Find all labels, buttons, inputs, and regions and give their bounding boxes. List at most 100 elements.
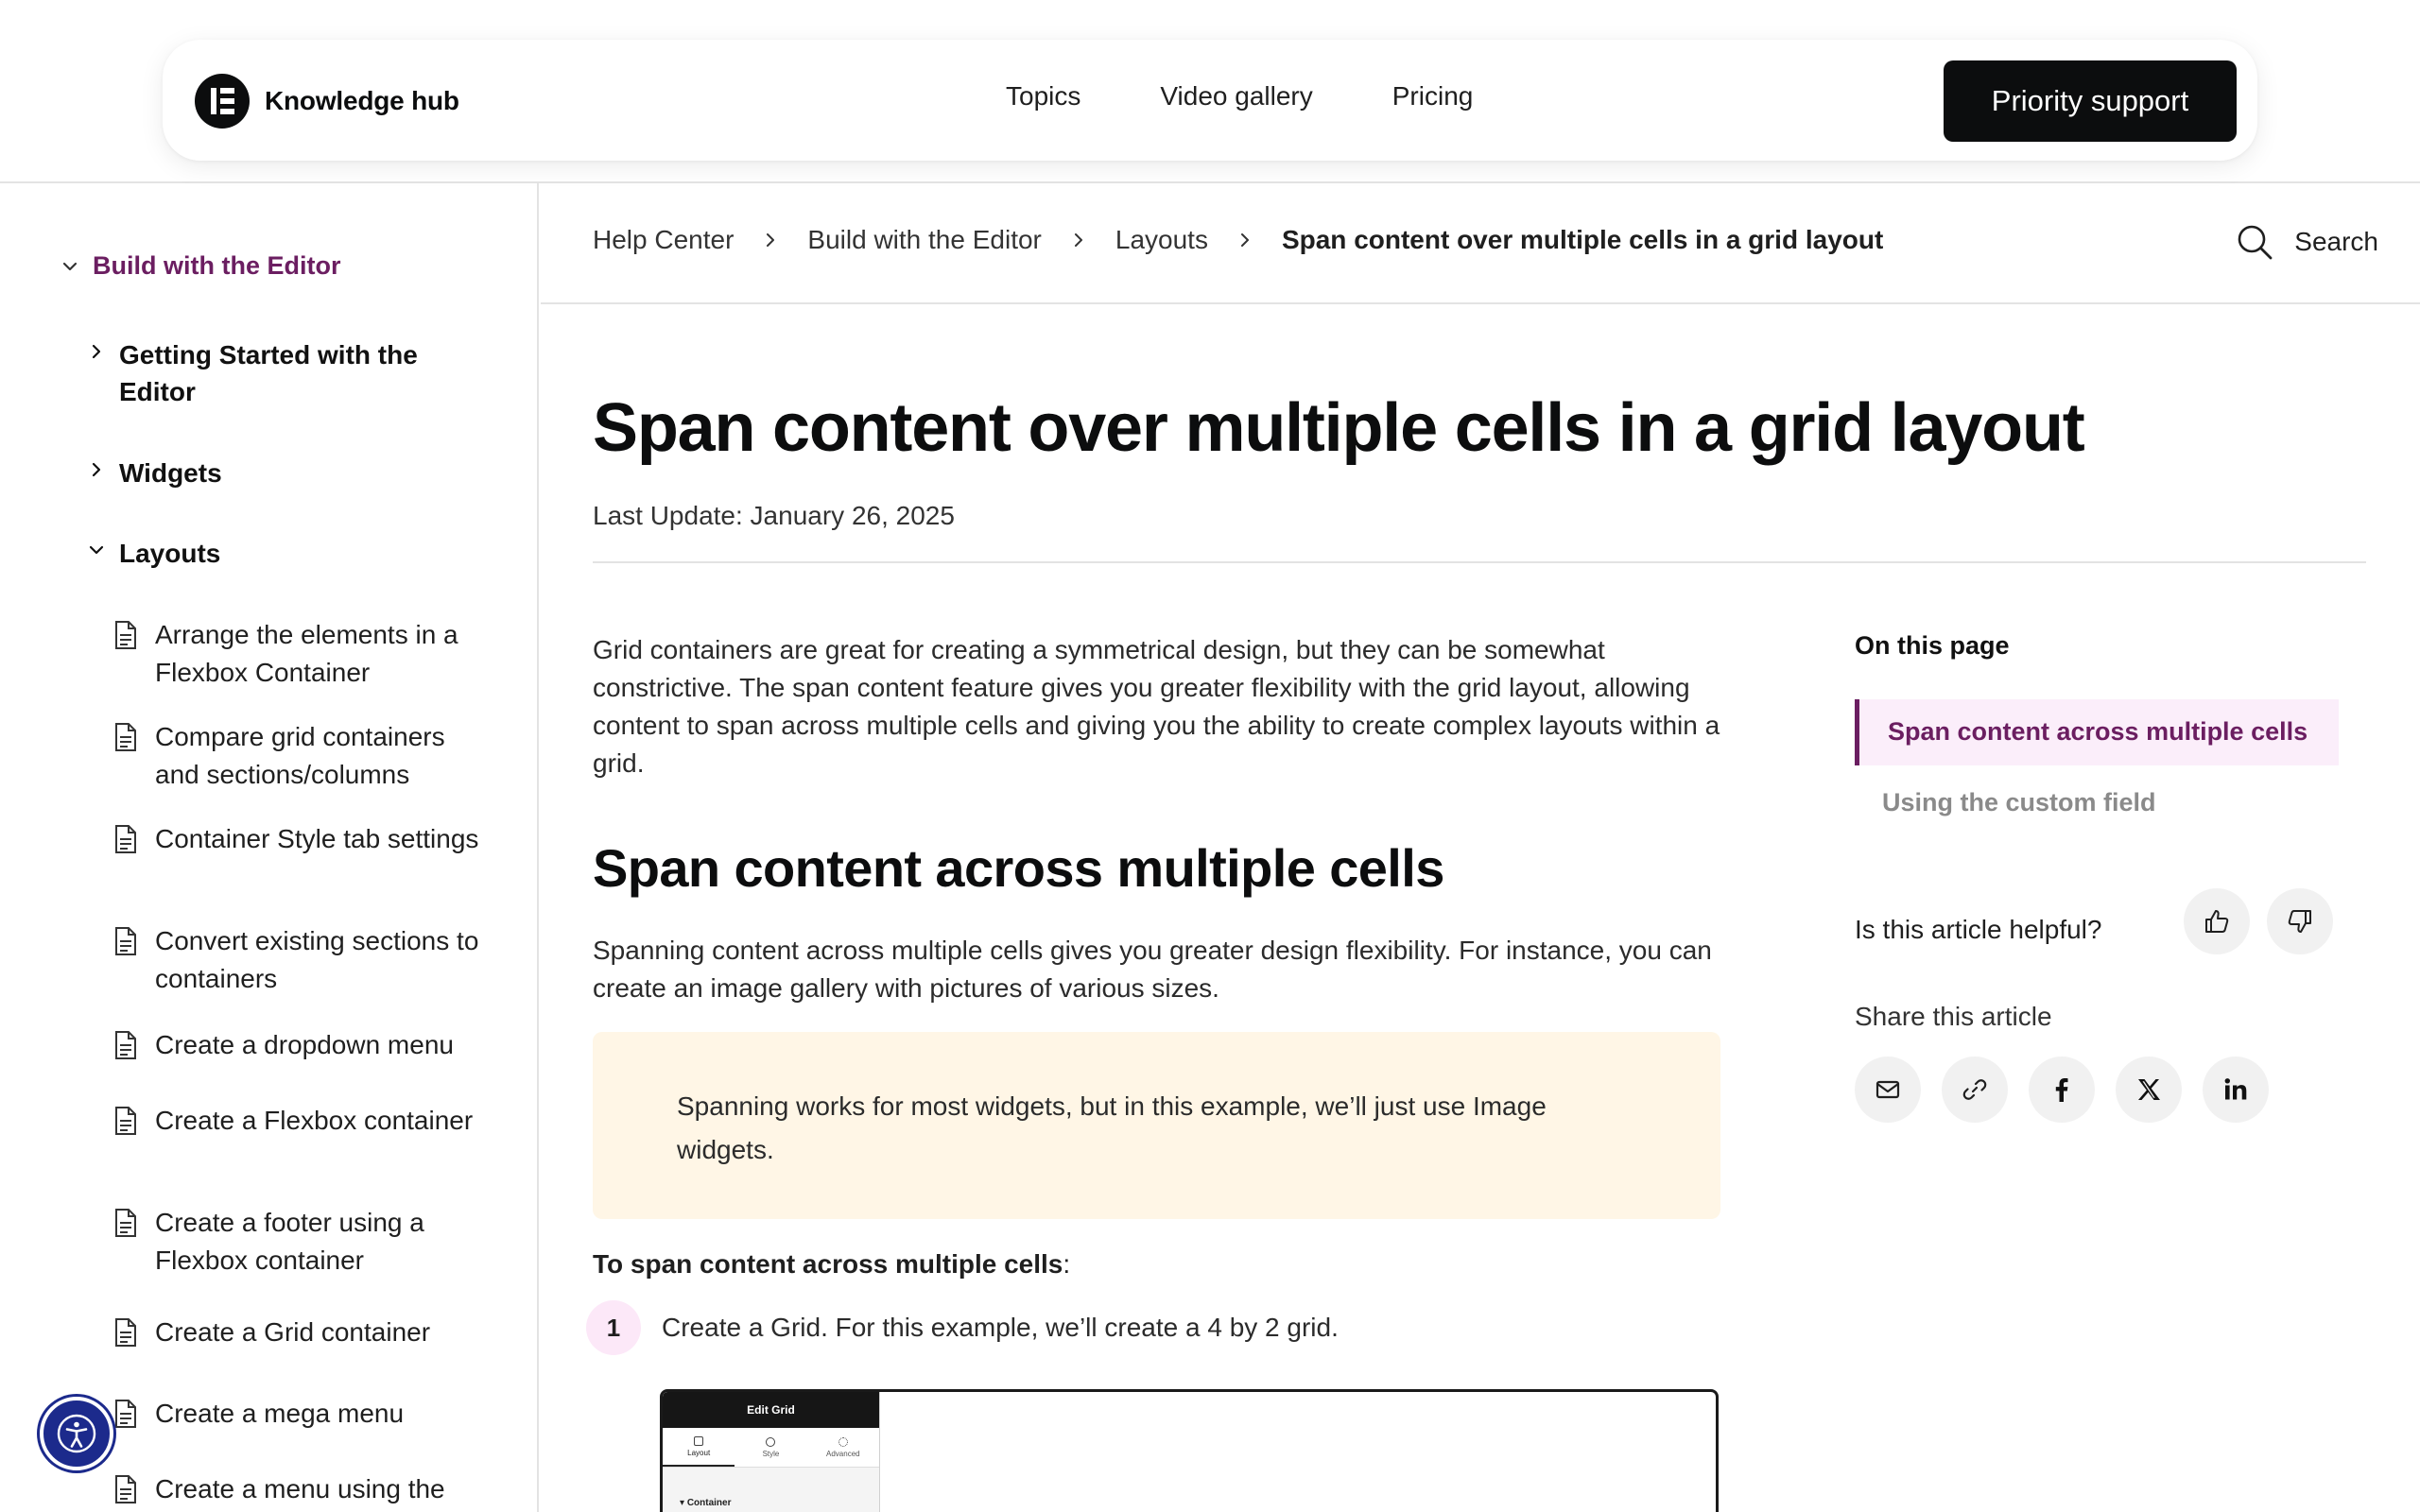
document-icon xyxy=(113,1399,138,1429)
editor-tab-style: Style xyxy=(735,1428,806,1467)
sidebar-item-grid-container[interactable]: Create a Grid container xyxy=(113,1314,495,1351)
sidebar-group-label: Widgets xyxy=(119,458,222,488)
toc-item-label: Span content across multiple cells xyxy=(1888,717,2308,746)
nav-topics[interactable]: Topics xyxy=(1006,81,1080,112)
sidebar: Build with the Editor Getting Started wi… xyxy=(0,183,539,1512)
sidebar-item-convert-sections[interactable]: Convert existing sections to containers xyxy=(113,922,495,998)
section-heading: Span content across multiple cells xyxy=(593,838,1444,898)
editor-section-container: ▾ Container xyxy=(680,1498,732,1508)
sidebar-item-label: Create a Flexbox container xyxy=(155,1106,474,1135)
sidebar-root-build-with-editor[interactable]: Build with the Editor xyxy=(60,251,340,281)
editor-tab-label: Layout xyxy=(687,1448,711,1457)
editor-panel: Edit Grid Layout Style Advanced ▾ Contai… xyxy=(663,1392,880,1512)
step-number-badge: 1 xyxy=(586,1300,641,1355)
document-icon xyxy=(113,1317,138,1348)
breadcrumb-current: Span content over multiple cells in a gr… xyxy=(1281,225,1884,254)
share-email-button[interactable] xyxy=(1855,1057,1921,1123)
toc-item-span-content[interactable]: Span content across multiple cells xyxy=(1855,699,2339,765)
chevron-down-icon xyxy=(60,257,79,276)
sidebar-item-mega-menu[interactable]: Create a mega menu xyxy=(113,1395,495,1433)
search-button[interactable]: Search xyxy=(2236,223,2378,261)
sidebar-group-widgets[interactable]: Widgets xyxy=(87,455,441,491)
chevron-right-icon xyxy=(1070,232,1087,249)
last-update: Last Update: January 26, 2025 xyxy=(593,501,955,530)
sidebar-item-label: Create a footer using a Flexbox containe… xyxy=(155,1208,424,1275)
nav-pricing[interactable]: Pricing xyxy=(1392,81,1474,112)
chevron-right-icon xyxy=(762,232,779,249)
document-icon xyxy=(113,824,138,854)
facebook-icon xyxy=(2055,1078,2068,1102)
breadcrumb-layouts[interactable]: Layouts xyxy=(1115,225,1208,255)
toc-title: On this page xyxy=(1855,631,2010,660)
style-icon xyxy=(766,1436,776,1447)
note-text: Spanning works for most widgets, but in … xyxy=(677,1091,1547,1164)
toc-item-custom-field[interactable]: Using the custom field xyxy=(1882,788,2156,817)
share-label: Share this article xyxy=(1855,1002,2052,1031)
elementor-logo-icon xyxy=(195,74,250,129)
sidebar-item-label: Create a dropdown menu xyxy=(155,1030,454,1059)
chevron-right-icon xyxy=(1236,232,1253,249)
search-label: Search xyxy=(2294,227,2378,256)
sidebar-item-label: Arrange the elements in a Flexbox Contai… xyxy=(155,620,458,687)
thumbs-down-icon xyxy=(2288,910,2311,933)
sidebar-group-label: Layouts xyxy=(119,539,221,568)
chevron-down-icon xyxy=(87,541,106,559)
breadcrumb: Help Center Build with the Editor Layout… xyxy=(593,225,1883,255)
step-text: Create a Grid. For this example, we’ll c… xyxy=(662,1313,1339,1342)
brand-name: Knowledge hub xyxy=(265,86,459,115)
sidebar-item-arrange-flexbox[interactable]: Arrange the elements in a Flexbox Contai… xyxy=(113,616,495,692)
nav-video-gallery[interactable]: Video gallery xyxy=(1160,81,1312,112)
sidebar-group-layouts[interactable]: Layouts xyxy=(87,535,441,572)
accessibility-icon xyxy=(57,1414,96,1453)
linkedin-icon xyxy=(2224,1078,2247,1100)
sidebar-item-label: Convert existing sections to containers xyxy=(155,926,479,993)
brand-link[interactable]: Knowledge hub xyxy=(195,74,459,129)
steps-heading-text: To span content across multiple cells xyxy=(593,1249,1063,1279)
page-title: Span content over multiple cells in a gr… xyxy=(593,390,2085,466)
sidebar-item-menu-using[interactable]: Create a menu using the xyxy=(113,1470,495,1508)
editor-panel-tabs: Layout Style Advanced xyxy=(663,1428,879,1468)
sidebar-item-footer-flexbox[interactable]: Create a footer using a Flexbox containe… xyxy=(113,1204,495,1280)
share-copy-link-button[interactable] xyxy=(1942,1057,2008,1123)
editor-section-label: Container xyxy=(686,1498,732,1508)
layout-icon xyxy=(694,1435,704,1446)
breadcrumb-help-center[interactable]: Help Center xyxy=(593,225,734,255)
sidebar-item-dropdown-menu[interactable]: Create a dropdown menu xyxy=(113,1026,495,1064)
chevron-right-icon xyxy=(87,460,106,479)
document-icon xyxy=(113,1474,138,1504)
sidebar-group-label: Getting Started with the Editor xyxy=(119,340,418,406)
priority-support-button[interactable]: Priority support xyxy=(1944,60,2237,142)
accessibility-button[interactable] xyxy=(40,1397,113,1470)
document-icon xyxy=(113,1030,138,1060)
document-icon xyxy=(113,620,138,650)
document-icon xyxy=(113,926,138,956)
section-paragraph: Spanning content across multiple cells g… xyxy=(593,936,1712,1003)
share-linkedin-button[interactable] xyxy=(2203,1057,2269,1123)
document-icon xyxy=(113,722,138,752)
sidebar-item-container-style[interactable]: Container Style tab settings xyxy=(113,820,495,858)
chevron-right-icon xyxy=(87,342,106,361)
breadcrumb-bar: Help Center Build with the Editor Layout… xyxy=(541,183,2420,304)
editor-screenshot: Edit Grid Layout Style Advanced ▾ Contai… xyxy=(660,1389,1719,1512)
editor-panel-title: Edit Grid xyxy=(663,1392,879,1428)
sidebar-item-compare-grid[interactable]: Compare grid containers and sections/col… xyxy=(113,718,495,794)
divider xyxy=(593,561,2366,563)
thumbs-up-button[interactable] xyxy=(2184,888,2250,954)
sidebar-item-label: Container Style tab settings xyxy=(155,824,479,853)
thumbs-down-button[interactable] xyxy=(2267,888,2333,954)
x-icon xyxy=(2138,1079,2160,1100)
link-icon xyxy=(1962,1079,1987,1100)
editor-tab-advanced: Advanced xyxy=(807,1428,879,1467)
breadcrumb-build-with-editor[interactable]: Build with the Editor xyxy=(807,225,1041,255)
share-x-button[interactable] xyxy=(2116,1057,2182,1123)
editor-tab-label: Style xyxy=(762,1449,780,1458)
search-icon xyxy=(2238,225,2273,260)
editor-tab-label: Advanced xyxy=(826,1449,860,1458)
share-facebook-button[interactable] xyxy=(2029,1057,2095,1123)
sidebar-item-flexbox-container[interactable]: Create a Flexbox container xyxy=(113,1102,495,1140)
note-callout: Spanning works for most widgets, but in … xyxy=(593,1032,1720,1219)
editor-tab-layout: Layout xyxy=(663,1428,735,1467)
gear-icon xyxy=(838,1436,848,1447)
sidebar-group-getting-started[interactable]: Getting Started with the Editor xyxy=(87,336,441,410)
intro-paragraph: Grid containers are great for creating a… xyxy=(593,635,1720,778)
